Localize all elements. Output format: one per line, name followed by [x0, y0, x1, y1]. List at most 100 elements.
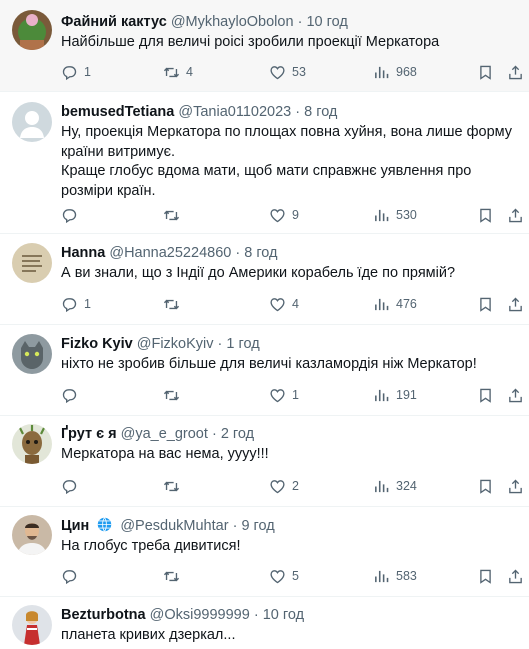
author-handle[interactable]: @MykhayloObolon: [171, 14, 294, 30]
share-icon: [509, 569, 522, 583]
like-button[interactable]: 9: [269, 205, 299, 225]
retweet-button[interactable]: 4: [163, 62, 193, 82]
share-icon: [509, 65, 522, 79]
bookmark-button[interactable]: [477, 566, 494, 586]
bookmark-icon: [480, 65, 491, 80]
share-button[interactable]: [507, 385, 524, 405]
views-button[interactable]: 191: [373, 385, 417, 405]
like-count: 2: [292, 479, 299, 493]
avatar[interactable]: [12, 10, 52, 50]
share-button[interactable]: [507, 62, 524, 82]
tweet-header: Ґрут є я @ya_e_groot · 2 год: [61, 425, 517, 443]
heart-icon: [270, 65, 285, 79]
tweet[interactable]: Ґрут є я @ya_e_groot · 2 год Меркатора н…: [0, 416, 529, 507]
author-handle[interactable]: @ya_e_groot: [121, 426, 208, 442]
avatar[interactable]: [12, 515, 52, 555]
tweet[interactable]: Hanna @Hanna25224860 · 8 год А ви знали,…: [0, 234, 529, 325]
avatar[interactable]: [12, 424, 52, 464]
tweet[interactable]: Файний кактус @MykhayloObolon · 10 год Н…: [0, 0, 529, 92]
author-name[interactable]: Bezturbotna: [61, 607, 146, 623]
views-button[interactable]: 324: [373, 476, 417, 496]
reply-icon: [62, 297, 77, 312]
tweet[interactable]: Цин @PesdukMuhtar · 9 год На глобус треб…: [0, 507, 529, 597]
like-button[interactable]: 5: [269, 566, 299, 586]
author-name[interactable]: Hanna: [61, 245, 105, 261]
like-button[interactable]: 2: [269, 476, 299, 496]
avatar[interactable]: [12, 243, 52, 283]
default-avatar-icon: [12, 102, 52, 142]
timestamp[interactable]: 8 год: [304, 104, 337, 120]
separator-dot: ·: [217, 336, 223, 352]
retweet-button[interactable]: [163, 476, 186, 496]
retweet-button[interactable]: [163, 385, 186, 405]
share-button[interactable]: [507, 566, 524, 586]
share-icon: [509, 388, 522, 402]
tweet-header: Цин @PesdukMuhtar · 9 год: [61, 516, 517, 535]
author-name[interactable]: Цин: [61, 518, 89, 534]
author-handle[interactable]: @Hanna25224860: [109, 245, 231, 261]
avatar[interactable]: [12, 102, 52, 142]
author-name[interactable]: Ґрут є я: [61, 426, 117, 442]
share-button[interactable]: [507, 476, 524, 496]
timestamp[interactable]: 9 год: [241, 518, 274, 534]
views-button[interactable]: 583: [373, 566, 417, 586]
reply-icon: [62, 388, 77, 403]
replies-feed[interactable]: Файний кактус @MykhayloObolon · 10 год Н…: [0, 0, 529, 649]
like-button[interactable]: 4: [269, 294, 299, 314]
reply-button[interactable]: [61, 205, 84, 225]
separator-dot: ·: [295, 104, 301, 120]
reply-count: 1: [84, 297, 91, 311]
timestamp[interactable]: 1 год: [226, 336, 259, 352]
bookmark-button[interactable]: [477, 294, 494, 314]
reply-button[interactable]: [61, 476, 84, 496]
author-name[interactable]: bemusedTetiana: [61, 104, 174, 120]
tweet[interactable]: Bezturbotna @Oksi9999999 · 10 год планет…: [0, 597, 529, 649]
author-name[interactable]: Fizko Kyiv: [61, 336, 133, 352]
views-button[interactable]: 968: [373, 62, 417, 82]
reply-button[interactable]: [61, 385, 84, 405]
avatar[interactable]: [12, 605, 52, 645]
author-handle[interactable]: @Oksi9999999: [150, 607, 250, 623]
views-button[interactable]: 476: [373, 294, 417, 314]
retweet-button[interactable]: [163, 205, 186, 225]
tweet-text-line: Ну, проекція Меркатора по площах повна х…: [61, 124, 517, 160]
reply-button[interactable]: [61, 566, 84, 586]
tweet[interactable]: Fizko Kyiv @FizkoKyiv · 1 год ніхто не з…: [0, 325, 529, 416]
bookmark-icon: [480, 569, 491, 584]
reply-button[interactable]: 1: [61, 62, 91, 82]
timestamp[interactable]: 2 год: [221, 426, 254, 442]
tweet-actions: 1 191: [61, 385, 522, 405]
bookmark-button[interactable]: [477, 385, 494, 405]
author-handle[interactable]: @Tania01102023: [178, 104, 291, 120]
retweet-button[interactable]: [163, 566, 186, 586]
like-count: 53: [292, 65, 306, 79]
tweet[interactable]: bemusedTetiana @Tania01102023 · 8 год Ну…: [0, 92, 529, 234]
timestamp[interactable]: 8 год: [244, 245, 277, 261]
bookmark-icon: [480, 388, 491, 403]
share-button[interactable]: [507, 205, 524, 225]
reply-button[interactable]: 1: [61, 294, 91, 314]
tweet-text-line: На глобус треба дивитися!: [61, 538, 241, 554]
avatar[interactable]: [12, 334, 52, 374]
separator-dot: ·: [297, 14, 303, 30]
like-button[interactable]: 1: [269, 385, 299, 405]
author-handle[interactable]: @PesdukMuhtar: [120, 518, 228, 534]
bookmark-button[interactable]: [477, 62, 494, 82]
cat-avatar-icon: [12, 334, 52, 374]
timestamp[interactable]: 10 год: [263, 607, 304, 623]
share-button[interactable]: [507, 294, 524, 314]
author-handle[interactable]: @FizkoKyiv: [137, 336, 214, 352]
retweet-button[interactable]: [163, 294, 186, 314]
tweet-actions: 2 324: [61, 476, 522, 496]
like-button[interactable]: 53: [269, 62, 306, 82]
bookmark-button[interactable]: [477, 476, 494, 496]
bookmark-button[interactable]: [477, 205, 494, 225]
timestamp[interactable]: 10 год: [306, 14, 347, 30]
author-name[interactable]: Файний кактус: [61, 14, 167, 30]
heart-icon: [270, 569, 285, 583]
views-icon: [375, 480, 389, 492]
share-icon: [509, 208, 522, 222]
views-button[interactable]: 530: [373, 205, 417, 225]
tweet-header: Fizko Kyiv @FizkoKyiv · 1 год: [61, 335, 517, 353]
tweet-text: Меркатора на вас нема, уууу!!!: [61, 445, 517, 465]
